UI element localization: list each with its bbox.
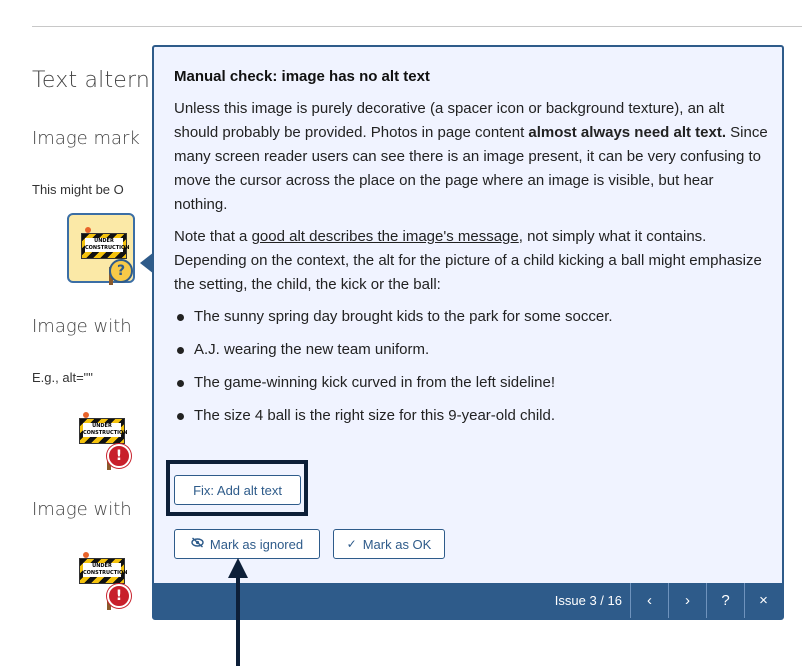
under-construction-icon: UNDER CONSTRUCTION (79, 412, 127, 470)
list-item: The sunny spring day brought kids to the… (174, 305, 770, 329)
list-item: A.J. wearing the new team uniform. (174, 338, 770, 362)
top-divider (32, 26, 802, 27)
error-badge-icon[interactable]: ! (107, 584, 131, 608)
under-construction-icon: UNDER CONSTRUCTION (81, 227, 129, 285)
warning-badge-icon[interactable]: ? (109, 259, 133, 283)
page-heading: Text altern (32, 68, 151, 93)
alt-guide-link[interactable]: good alt describes the image's message (252, 228, 519, 245)
image-thumbnail-3[interactable]: UNDER CONSTRUCTION ! (67, 540, 135, 610)
previous-issue-button[interactable]: ‹ (630, 583, 668, 618)
annotation-arrow-shaft (236, 575, 240, 666)
example-list: The sunny spring day brought kids to the… (174, 305, 770, 428)
section-heading-1: Image mark (32, 128, 140, 149)
issue-counter: Issue 3 / 16 (554, 593, 622, 608)
image-thumbnail-selected[interactable]: UNDER CONSTRUCTION ? (67, 213, 135, 285)
mark-as-ignored-button[interactable]: Mark as ignored (174, 529, 320, 559)
section-text-1: This might be O (32, 182, 124, 197)
image-thumbnail-2[interactable]: UNDER CONSTRUCTION ! (67, 400, 135, 470)
section-heading-2: Image with (32, 316, 132, 337)
help-button[interactable]: ? (706, 583, 744, 618)
under-construction-icon: UNDER CONSTRUCTION (79, 552, 127, 610)
mark-as-ok-button[interactable]: ✓ Mark as OK (333, 529, 445, 559)
list-item: The game-winning kick curved in from the… (174, 371, 770, 395)
next-issue-button[interactable]: › (668, 583, 706, 618)
eye-slash-icon (191, 537, 204, 551)
error-badge-icon[interactable]: ! (107, 444, 131, 468)
section-heading-3: Image with (32, 499, 132, 520)
panel-title: Manual check: image has no alt text (174, 68, 430, 85)
panel-paragraph-2: Note that a good alt describes the image… (174, 228, 762, 293)
issue-tooltip-panel: Manual check: image has no alt text Unle… (152, 45, 784, 620)
panel-paragraph-1: Unless this image is purely decorative (… (174, 100, 768, 213)
close-button[interactable]: × (744, 583, 782, 618)
panel-footer: Issue 3 / 16 ‹ › ? × (154, 583, 782, 618)
panel-body: Unless this image is purely decorative (… (174, 97, 770, 437)
annotation-highlight-box (166, 460, 308, 516)
check-icon: ✓ (346, 537, 357, 551)
list-item: The size 4 ball is the right size for th… (174, 404, 770, 428)
section-text-2: E.g., alt="" (32, 370, 93, 385)
